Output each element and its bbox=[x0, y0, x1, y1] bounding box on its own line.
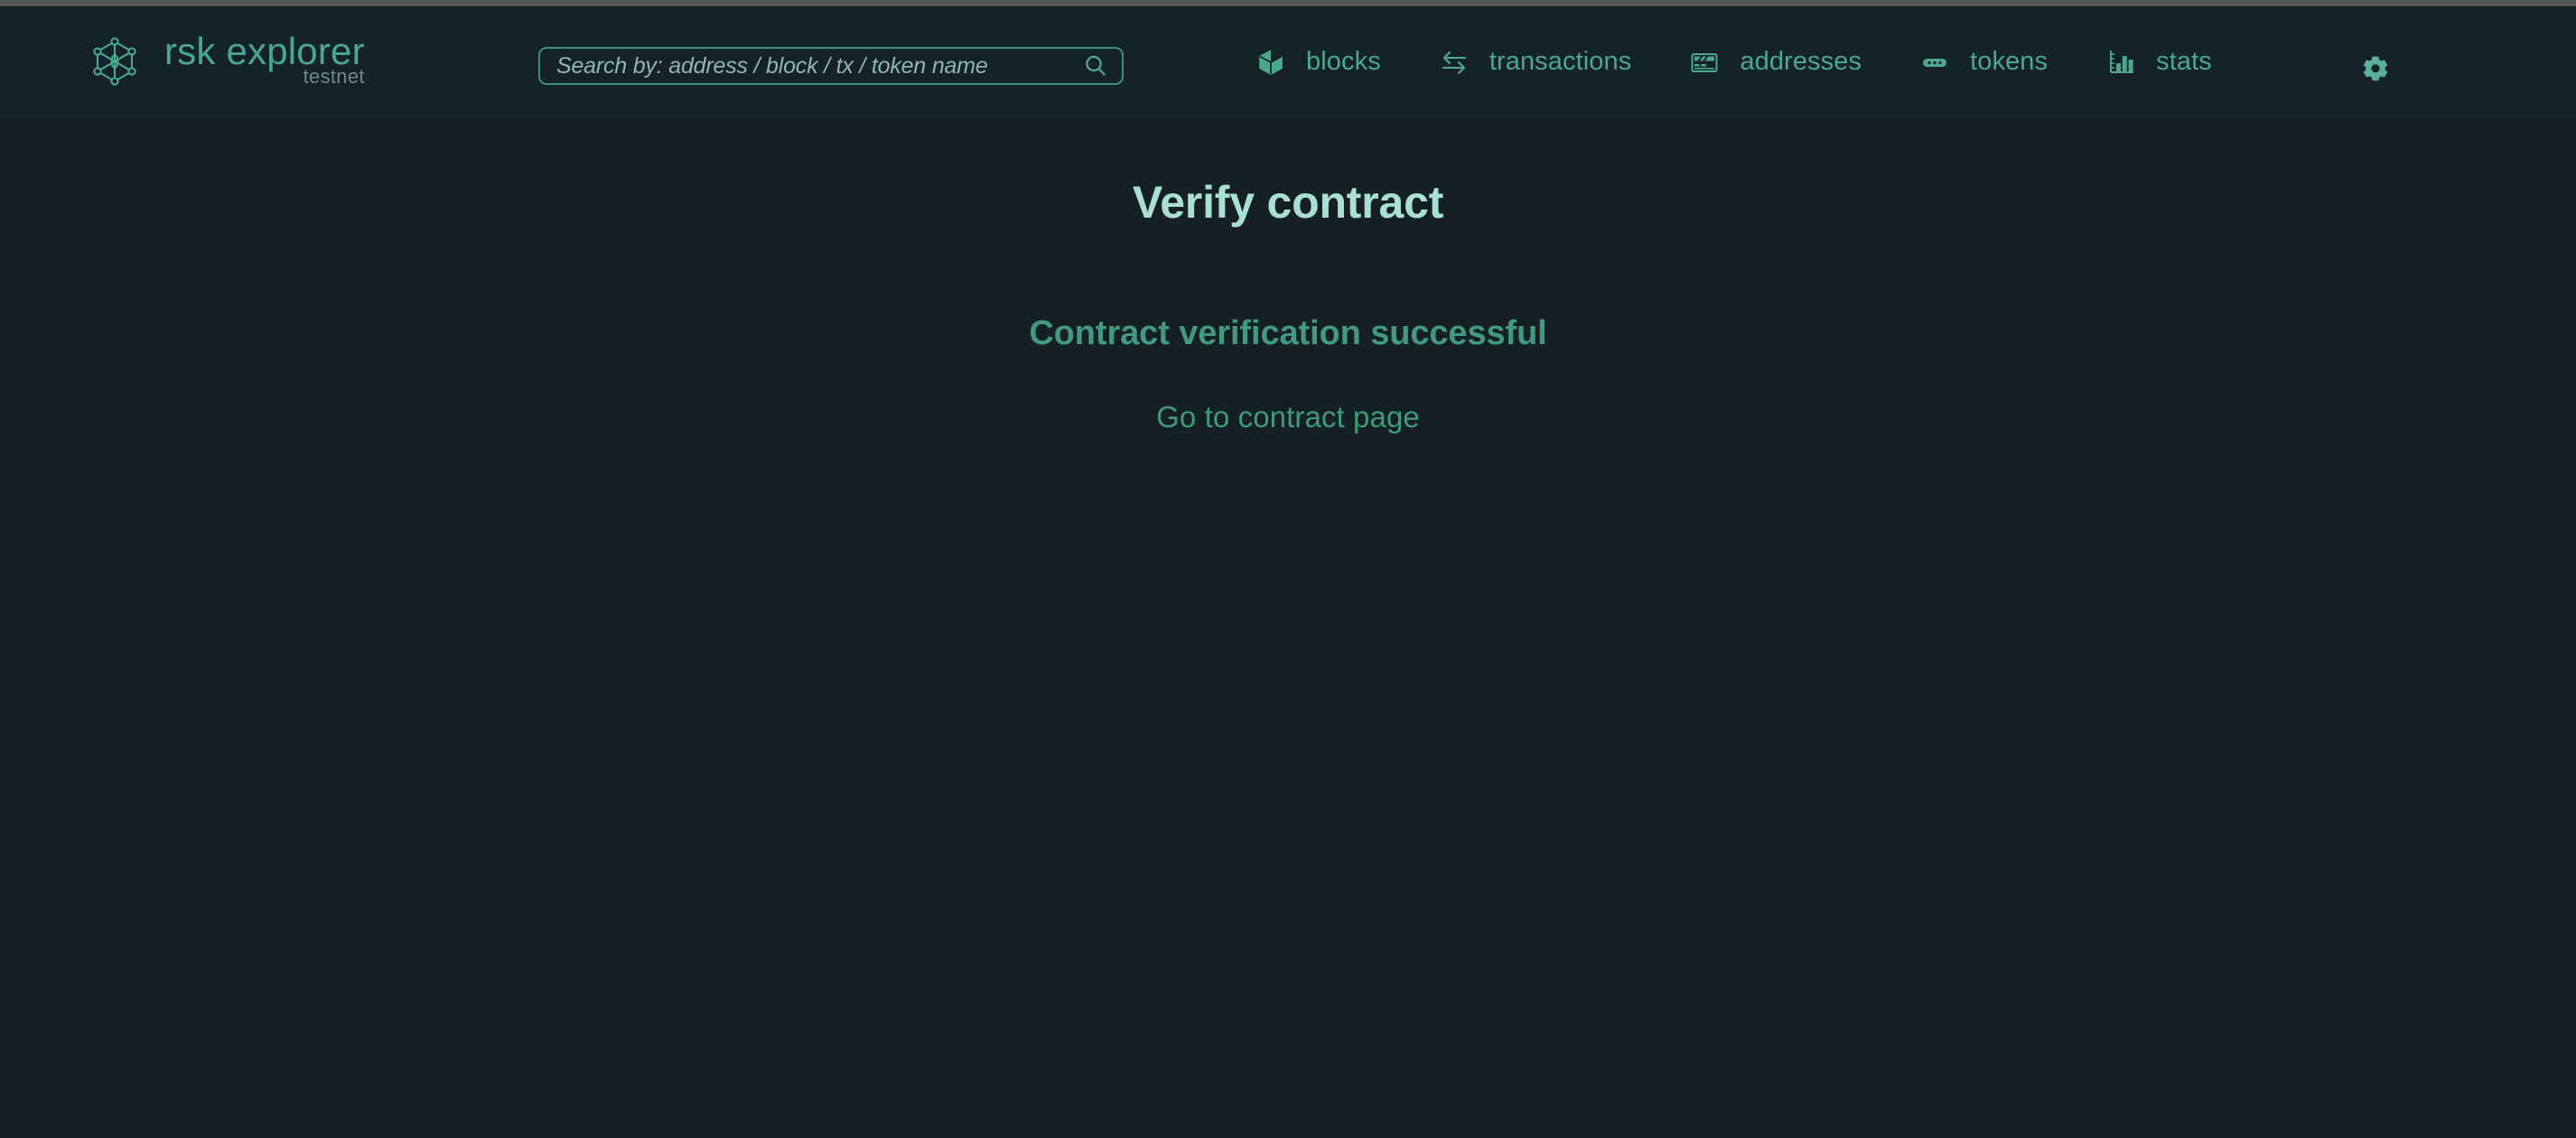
brand-logo-link[interactable]: rsk explorer testnet bbox=[89, 33, 365, 89]
gear-icon bbox=[2359, 53, 2392, 86]
search-icon[interactable] bbox=[1082, 52, 1109, 79]
nav-item-transactions[interactable]: transactions bbox=[1439, 47, 1632, 78]
nav-label-transactions: transactions bbox=[1489, 47, 1632, 76]
settings-button[interactable] bbox=[2359, 53, 2392, 86]
browser-top-strip bbox=[0, 0, 2576, 6]
search-bar bbox=[538, 47, 1124, 85]
nav-label-stats: stats bbox=[2156, 47, 2212, 76]
main-content: Verify contract Contract verification su… bbox=[0, 117, 2576, 434]
page-title: Verify contract bbox=[1132, 177, 1444, 228]
token-pill-icon bbox=[1919, 47, 1950, 78]
search-input[interactable] bbox=[556, 52, 1082, 79]
nav-item-addresses[interactable]: addresses bbox=[1689, 47, 1862, 78]
card-icon bbox=[1689, 47, 1720, 78]
nav-item-blocks[interactable]: blocks bbox=[1255, 47, 1381, 78]
rsk-network-hexagon-icon bbox=[89, 35, 141, 88]
search-box[interactable] bbox=[538, 47, 1124, 85]
brand-text: rsk explorer testnet bbox=[164, 33, 365, 87]
site-header: rsk explorer testnet Search by: address … bbox=[0, 6, 2576, 117]
main-nav: blocks transactions addresses tokens sta… bbox=[1255, 6, 2212, 117]
nav-label-tokens: tokens bbox=[1970, 47, 2049, 76]
verification-status-message: Contract verification successful bbox=[1029, 314, 1547, 352]
nav-item-tokens[interactable]: tokens bbox=[1919, 47, 2048, 78]
nav-label-blocks: blocks bbox=[1306, 47, 1381, 76]
swap-arrows-icon bbox=[1439, 47, 1470, 78]
nav-label-addresses: addresses bbox=[1740, 47, 1862, 76]
go-to-contract-page-link[interactable]: Go to contract page bbox=[1156, 400, 1420, 434]
bar-chart-icon bbox=[2105, 47, 2136, 78]
cube-icon bbox=[1255, 47, 1286, 78]
nav-item-stats[interactable]: stats bbox=[2105, 47, 2212, 78]
